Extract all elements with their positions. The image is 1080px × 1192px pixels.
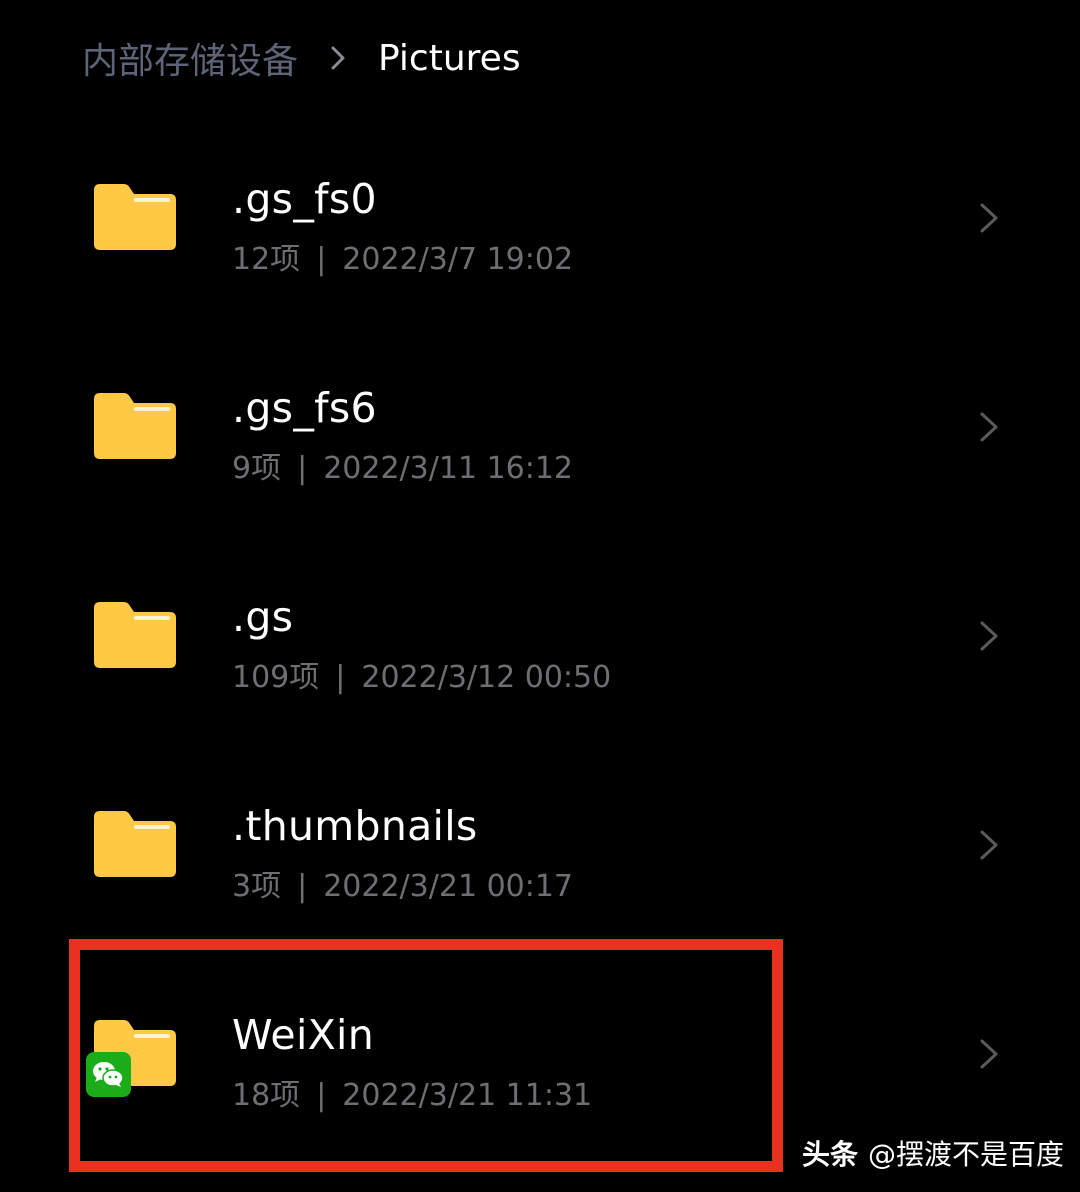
chevron-right-icon bbox=[976, 1037, 1002, 1071]
folder-icon bbox=[94, 602, 176, 668]
chevron-right-icon bbox=[976, 828, 1002, 862]
list-item-weixin[interactable]: WeiXin 18项 | 2022/3/21 11:31 bbox=[0, 949, 1080, 1158]
watermark: 头条 @摆渡不是百度 bbox=[802, 1133, 1064, 1173]
chevron-right-icon bbox=[976, 619, 1002, 653]
folder-icon bbox=[94, 811, 176, 877]
folder-icon bbox=[94, 393, 176, 459]
watermark-brand: 头条 bbox=[802, 1138, 859, 1171]
chevron-right-icon bbox=[976, 410, 1002, 444]
item-meta: 3项 | 2022/3/21 00:17 bbox=[232, 861, 573, 905]
chevron-right-icon bbox=[976, 201, 1002, 235]
list-item-gs-fs6[interactable]: .gs_fs6 9项 | 2022/3/11 16:12 bbox=[0, 322, 1080, 531]
list-item-gs-fs0[interactable]: .gs_fs0 12项 | 2022/3/7 19:02 bbox=[0, 113, 1080, 322]
item-name: .gs_fs6 bbox=[232, 384, 377, 432]
item-meta: 18项 | 2022/3/21 11:31 bbox=[232, 1070, 592, 1114]
watermark-handle: @摆渡不是百度 bbox=[868, 1138, 1065, 1171]
item-name: .gs_fs0 bbox=[232, 175, 377, 223]
meta-separator: | bbox=[316, 242, 327, 277]
item-count: 3项 bbox=[232, 869, 282, 904]
folder-icon bbox=[94, 184, 176, 250]
item-name: .gs bbox=[232, 593, 294, 641]
item-date: 2022/3/12 00:50 bbox=[361, 660, 612, 695]
item-date: 2022/3/21 11:31 bbox=[342, 1078, 593, 1113]
item-name: WeiXin bbox=[232, 1011, 375, 1059]
meta-separator: | bbox=[316, 1078, 327, 1113]
list-item-gs[interactable]: .gs 109项 | 2022/3/12 00:50 bbox=[0, 531, 1080, 740]
item-name: .thumbnails bbox=[232, 802, 478, 850]
wechat-icon bbox=[86, 1052, 131, 1097]
item-meta: 12项 | 2022/3/7 19:02 bbox=[232, 234, 573, 278]
item-count: 12项 bbox=[232, 242, 301, 277]
chevron-right-icon bbox=[324, 44, 352, 72]
item-count: 18项 bbox=[232, 1078, 301, 1113]
item-meta: 109项 | 2022/3/12 00:50 bbox=[232, 652, 611, 696]
breadcrumb: 内部存储设备 Pictures bbox=[82, 28, 521, 88]
item-meta: 9项 | 2022/3/11 16:12 bbox=[232, 443, 573, 487]
item-date: 2022/3/21 00:17 bbox=[323, 869, 574, 904]
meta-separator: | bbox=[297, 451, 308, 486]
item-count: 9项 bbox=[232, 451, 282, 486]
breadcrumb-current: Pictures bbox=[378, 37, 521, 79]
breadcrumb-root[interactable]: 内部存储设备 bbox=[82, 32, 298, 84]
list-item-thumbnails[interactable]: .thumbnails 3项 | 2022/3/21 00:17 bbox=[0, 740, 1080, 949]
meta-separator: | bbox=[335, 660, 346, 695]
item-date: 2022/3/11 16:12 bbox=[323, 451, 574, 486]
item-count: 109项 bbox=[232, 660, 320, 695]
meta-separator: | bbox=[297, 869, 308, 904]
item-date: 2022/3/7 19:02 bbox=[342, 242, 574, 277]
